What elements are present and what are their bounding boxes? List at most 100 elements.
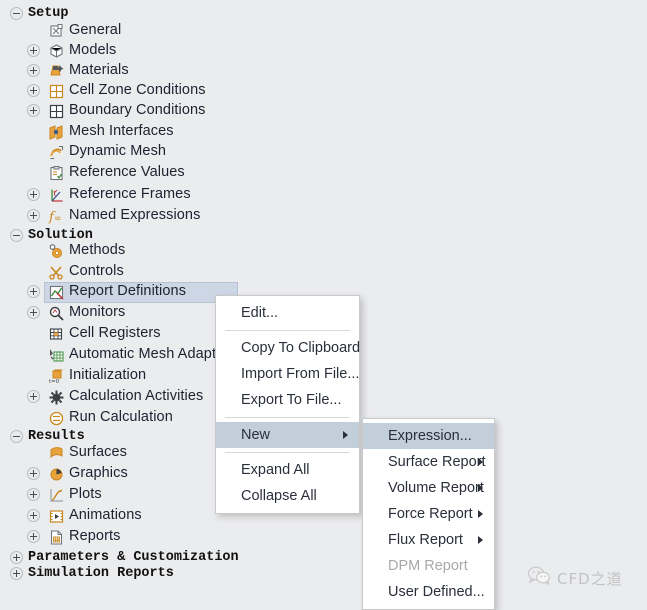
- tree-item-simulation-reports[interactable]: Simulation Reports: [0, 564, 250, 585]
- report-definitions-context-menu[interactable]: Edit... Copy To Clipboard Import From File…: [215, 295, 360, 514]
- tree-item-label: Reports: [69, 528, 121, 544]
- menu-item-copy-to-clipboard[interactable]: Copy To Clipboard: [216, 335, 361, 361]
- menu-item-label: Import From File...: [241, 366, 360, 382]
- menu-item-label: Volume Report: [388, 480, 484, 496]
- tree-item-automatic-mesh-adapt[interactable]: Automatic Mesh Adapt: [0, 345, 250, 366]
- menu-item-expression[interactable]: Expression...: [363, 423, 494, 449]
- chevron-right-icon: [343, 431, 348, 439]
- tree-item-graphics[interactable]: Graphics: [0, 464, 250, 485]
- menu-item-edit[interactable]: Edit...: [216, 300, 359, 326]
- menu-item-volume-report[interactable]: Volume Report: [363, 475, 494, 501]
- tree-item-initialization[interactable]: t=0 Initialization: [0, 366, 250, 387]
- tree-item-reference-values[interactable]: Reference Values: [0, 163, 250, 184]
- tree-item-monitors[interactable]: Monitors: [0, 303, 250, 324]
- run-calculation-icon: [48, 410, 65, 427]
- tree-item-label: Reference Values: [69, 164, 185, 180]
- tree-item-label: Methods: [69, 242, 126, 258]
- collapse-toggle-icon[interactable]: [10, 430, 23, 443]
- tree-item-controls[interactable]: Controls: [0, 262, 250, 283]
- tree-item-run-calculation[interactable]: Run Calculation: [0, 408, 250, 429]
- initialization-icon: t=0: [48, 368, 65, 385]
- expand-toggle-icon[interactable]: [27, 306, 40, 319]
- tree-item-label: Monitors: [69, 304, 126, 320]
- tree-item-label: General: [69, 22, 122, 38]
- tree-item-dynamic-mesh[interactable]: Dynamic Mesh: [0, 142, 250, 163]
- materials-icon: [48, 63, 65, 80]
- expand-toggle-icon[interactable]: [27, 44, 40, 57]
- menu-item-label: DPM Report: [388, 558, 468, 574]
- tree-item-models[interactable]: Models: [0, 41, 250, 62]
- tree-item-label: Animations: [69, 507, 142, 523]
- wechat-icon: [527, 566, 550, 590]
- boundary-icon: [48, 103, 65, 120]
- tree-item-methods[interactable]: Methods: [0, 241, 250, 262]
- expand-toggle-icon[interactable]: [27, 509, 40, 522]
- expand-toggle-icon[interactable]: [27, 104, 40, 117]
- tree-item-reports[interactable]: Reports: [0, 527, 250, 548]
- expand-toggle-icon[interactable]: [27, 64, 40, 77]
- menu-separator: [225, 417, 350, 418]
- tree-item-boundary-conditions[interactable]: Boundary Conditions: [0, 101, 250, 122]
- tree-item-materials[interactable]: Materials: [0, 61, 250, 82]
- menu-item-flux-report[interactable]: Flux Report: [363, 527, 494, 553]
- tree-item-label: Run Calculation: [69, 409, 173, 425]
- chevron-right-icon: [478, 484, 483, 492]
- tree-item-label: Calculation Activities: [69, 388, 204, 404]
- menu-item-dpm-report: DPM Report: [363, 553, 494, 579]
- outline-tree-panel: Setup General Models Materials Cell Zone Con…: [0, 0, 647, 610]
- expand-toggle-icon[interactable]: [27, 285, 40, 298]
- menu-item-label: Flux Report: [388, 532, 463, 548]
- tree-item-cell-registers[interactable]: Cell Registers: [0, 324, 250, 345]
- tree-item-cell-zone-conditions[interactable]: Cell Zone Conditions: [0, 81, 250, 102]
- tree-item-label: Boundary Conditions: [69, 102, 206, 118]
- reports-icon: [48, 529, 65, 546]
- tree-item-label: Results: [28, 429, 85, 444]
- expand-toggle-icon[interactable]: [10, 567, 23, 580]
- expand-toggle-icon[interactable]: [27, 188, 40, 201]
- menu-item-expand-all[interactable]: Expand All: [216, 457, 359, 483]
- menu-item-force-report[interactable]: Force Report: [363, 501, 494, 527]
- tree-item-label: Setup: [28, 6, 69, 21]
- reference-frames-icon: [48, 187, 65, 204]
- svg-text:∞: ∞: [54, 214, 62, 224]
- animations-icon: [48, 508, 65, 525]
- menu-separator: [225, 330, 350, 331]
- tree-item-surfaces[interactable]: Surfaces: [0, 443, 250, 464]
- expand-toggle-icon[interactable]: [27, 467, 40, 480]
- menu-item-label: User Defined...: [388, 584, 485, 600]
- tree-item-label: Named Expressions: [69, 207, 201, 223]
- expand-toggle-icon[interactable]: [27, 209, 40, 222]
- named-expressions-icon: f ∞: [48, 208, 65, 225]
- tree-item-general[interactable]: General: [0, 21, 250, 42]
- menu-item-label: Force Report: [388, 506, 473, 522]
- expand-toggle-icon[interactable]: [27, 84, 40, 97]
- tree-item-label: Materials: [69, 62, 129, 78]
- menu-item-import-from-file[interactable]: Import From File...: [216, 361, 359, 387]
- report-definitions-icon: [48, 284, 65, 301]
- menu-item-user-defined[interactable]: User Defined...: [363, 579, 494, 605]
- tree-item-named-expressions[interactable]: f ∞ Named Expressions: [0, 206, 250, 227]
- expand-toggle-icon[interactable]: [10, 551, 23, 564]
- tree-item-mesh-interfaces[interactable]: Mesh Interfaces: [0, 122, 250, 143]
- menu-item-export-to-file[interactable]: Export To File...: [216, 387, 359, 413]
- tree-item-label: Reference Frames: [69, 186, 191, 202]
- new-report-submenu[interactable]: Expression... Surface Report Volume Report…: [362, 418, 495, 610]
- menu-item-collapse-all[interactable]: Collapse All: [216, 483, 359, 509]
- menu-item-label: Copy To Clipboard: [241, 340, 361, 356]
- calculation-activities-icon: [48, 389, 65, 406]
- tree-item-reference-frames[interactable]: Reference Frames: [0, 185, 250, 206]
- expand-toggle-icon[interactable]: [27, 488, 40, 501]
- menu-item-surface-report[interactable]: Surface Report: [363, 449, 494, 475]
- tree-item-label: Graphics: [69, 465, 128, 481]
- auto-mesh-adapt-icon: [48, 347, 65, 364]
- menu-item-new[interactable]: New: [216, 422, 359, 448]
- tree-item-calculation-activities[interactable]: Calculation Activities: [0, 387, 250, 408]
- expand-toggle-icon[interactable]: [27, 390, 40, 403]
- expand-toggle-icon[interactable]: [27, 530, 40, 543]
- tree-item-animations[interactable]: Animations: [0, 506, 250, 527]
- collapse-toggle-icon[interactable]: [10, 7, 23, 20]
- menu-item-label: Expression...: [388, 428, 472, 444]
- tree-item-plots[interactable]: Plots: [0, 485, 250, 506]
- tree-item-report-definitions[interactable]: Report Definitions: [0, 282, 250, 303]
- menu-item-label: Edit...: [241, 305, 279, 321]
